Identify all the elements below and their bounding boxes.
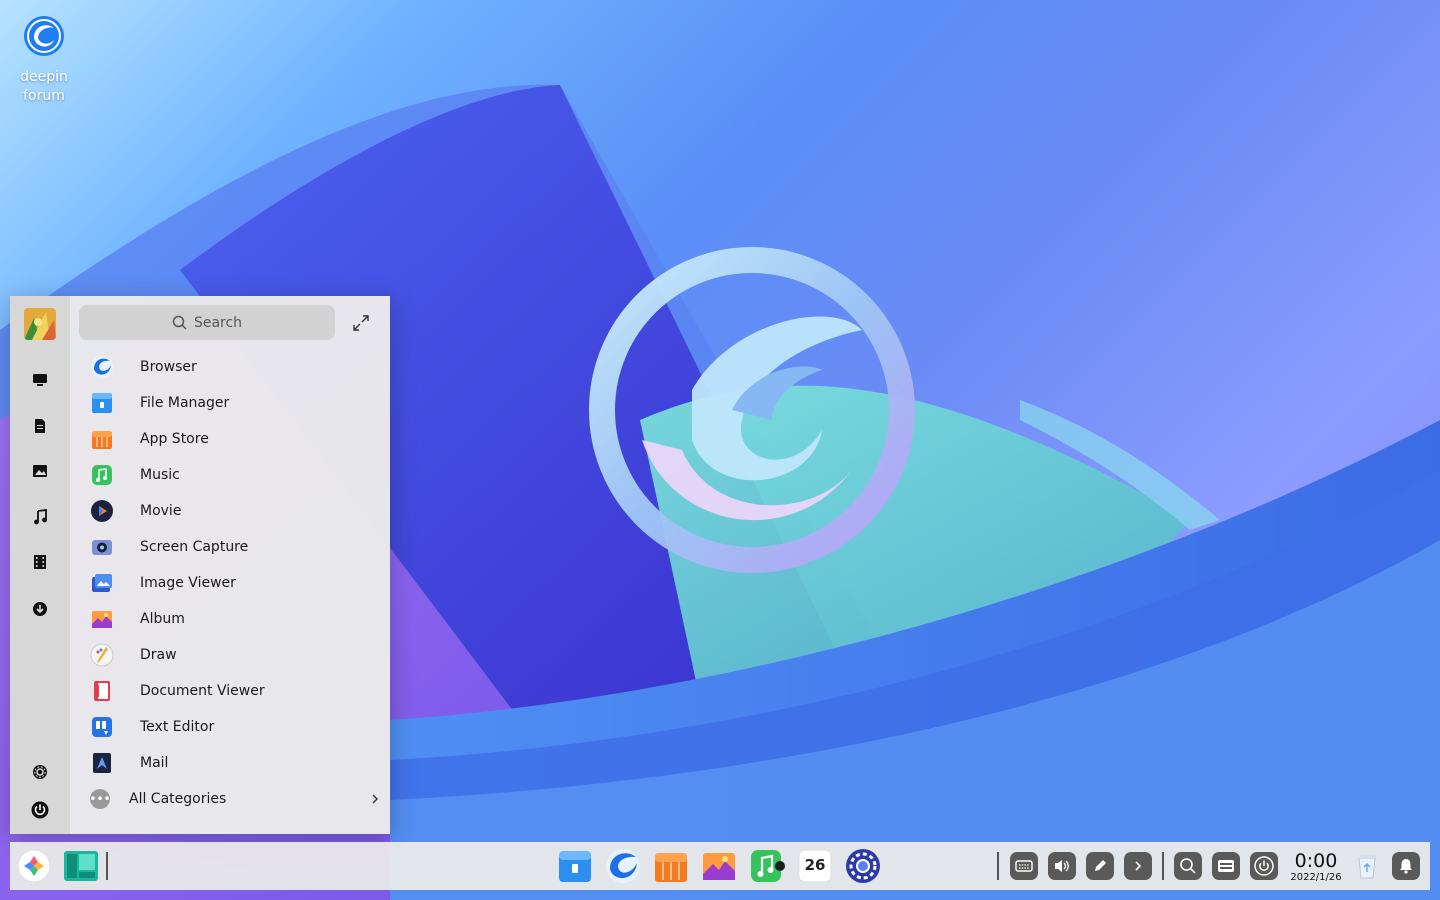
app-item-document-viewer[interactable]: Document Viewer xyxy=(80,673,390,709)
app-item-text-editor[interactable]: Text Editor xyxy=(80,709,390,745)
dock-app-calendar[interactable]: 26 xyxy=(797,848,833,884)
tray-volume[interactable] xyxy=(1048,852,1076,880)
tray-search[interactable] xyxy=(1174,852,1202,880)
download-icon[interactable] xyxy=(30,599,50,619)
multitask-view-icon xyxy=(64,851,98,881)
mail-icon xyxy=(93,753,111,773)
search-input[interactable]: Search xyxy=(79,305,335,340)
clock-date: 2022/1/26 xyxy=(1290,872,1342,883)
app-item-app-store[interactable]: App Store xyxy=(80,421,390,457)
expand-fullscreen-icon[interactable] xyxy=(352,314,370,332)
power-icon xyxy=(1254,856,1274,876)
dock-multitask-view[interactable] xyxy=(63,848,99,884)
all-categories-button[interactable]: ••• All Categories xyxy=(80,783,380,815)
keyboard-icon xyxy=(1015,860,1033,872)
dock-app-store[interactable] xyxy=(653,848,689,884)
tray-shutdown[interactable] xyxy=(1250,852,1278,880)
browser-icon xyxy=(91,356,113,378)
tray-expand[interactable] xyxy=(1124,852,1152,880)
music-app-icon xyxy=(751,850,785,882)
chevron-right-icon xyxy=(372,794,378,804)
screen-capture-icon xyxy=(92,540,112,555)
user-avatar[interactable] xyxy=(24,308,56,340)
trash-icon xyxy=(1358,855,1376,879)
music-app-icon xyxy=(92,465,112,485)
document-viewer-icon xyxy=(94,681,110,701)
tray-pen[interactable] xyxy=(1086,852,1114,880)
dock-launcher[interactable] xyxy=(16,848,52,884)
clock[interactable]: 0:00 2022/1/26 xyxy=(1280,850,1352,884)
desktop-icon-label: deepin forum xyxy=(20,69,68,104)
app-item-screen-capture[interactable]: Screen Capture xyxy=(80,529,390,565)
browser-icon xyxy=(606,849,640,883)
app-list: Browser File Manager App Store Music Mov… xyxy=(80,349,390,781)
desktop-icon-deepin-forum[interactable]: deepin forum xyxy=(8,12,80,106)
app-item-image-viewer[interactable]: Image Viewer xyxy=(80,565,390,601)
text-editor-icon xyxy=(92,717,112,737)
tray-onboard-keyboard[interactable] xyxy=(1212,852,1240,880)
notification-bell-icon xyxy=(1400,859,1412,874)
onboard-keyboard-icon xyxy=(1218,860,1234,872)
movie-icon xyxy=(91,500,113,522)
dock-separator xyxy=(106,852,108,880)
more-icon: ••• xyxy=(89,789,111,809)
power-icon[interactable] xyxy=(30,800,50,820)
draw-icon xyxy=(90,643,114,667)
search-icon xyxy=(1180,858,1196,874)
pen-icon xyxy=(1095,860,1106,871)
document-icon[interactable] xyxy=(30,416,50,436)
tray-keyboard-layout[interactable] xyxy=(1010,852,1038,880)
notification-center-button[interactable] xyxy=(1392,852,1420,880)
dock-separator xyxy=(997,852,999,880)
dock-app-control-center[interactable] xyxy=(845,848,881,884)
app-item-file-manager[interactable]: File Manager xyxy=(80,385,390,421)
app-item-mail[interactable]: Mail xyxy=(80,745,390,781)
app-store-icon xyxy=(92,431,112,449)
album-icon xyxy=(92,611,112,628)
dock-app-music[interactable] xyxy=(749,848,785,884)
app-store-icon xyxy=(655,853,687,882)
app-item-draw[interactable]: Draw xyxy=(80,637,390,673)
file-manager-icon xyxy=(559,851,591,882)
clock-time: 0:00 xyxy=(1294,850,1338,872)
music-icon[interactable] xyxy=(30,507,50,527)
deepin-logo-icon xyxy=(24,16,64,56)
dock-app-album[interactable] xyxy=(701,848,737,884)
dock-trash[interactable] xyxy=(1351,850,1383,882)
settings-icon[interactable] xyxy=(30,762,50,782)
image-viewer-icon xyxy=(92,574,112,592)
dock: 26 0:00 2022/1/26 xyxy=(10,842,1430,890)
video-icon[interactable] xyxy=(30,552,50,572)
app-item-music[interactable]: Music xyxy=(80,457,390,493)
launcher-sidebar xyxy=(10,296,70,834)
control-center-icon xyxy=(846,849,880,883)
all-categories-label: All Categories xyxy=(129,791,227,807)
album-icon xyxy=(703,853,735,880)
file-manager-icon xyxy=(92,393,112,413)
dock-app-browser[interactable] xyxy=(605,848,641,884)
expand-arrow-icon xyxy=(1135,861,1142,871)
dock-separator xyxy=(1162,852,1164,880)
picture-icon[interactable] xyxy=(30,461,50,481)
computer-icon[interactable] xyxy=(30,370,50,390)
dock-app-file-manager[interactable] xyxy=(557,848,593,884)
calendar-day: 26 xyxy=(804,856,826,874)
app-launcher: Search Browser File Manager App Store Mu… xyxy=(10,296,390,834)
app-item-browser[interactable]: Browser xyxy=(80,349,390,385)
launcher-icon xyxy=(17,849,51,883)
volume-icon xyxy=(1055,860,1069,872)
app-item-album[interactable]: Album xyxy=(80,601,390,637)
search-placeholder: Search xyxy=(193,314,243,331)
search-icon xyxy=(172,315,187,330)
app-item-movie[interactable]: Movie xyxy=(80,493,390,529)
